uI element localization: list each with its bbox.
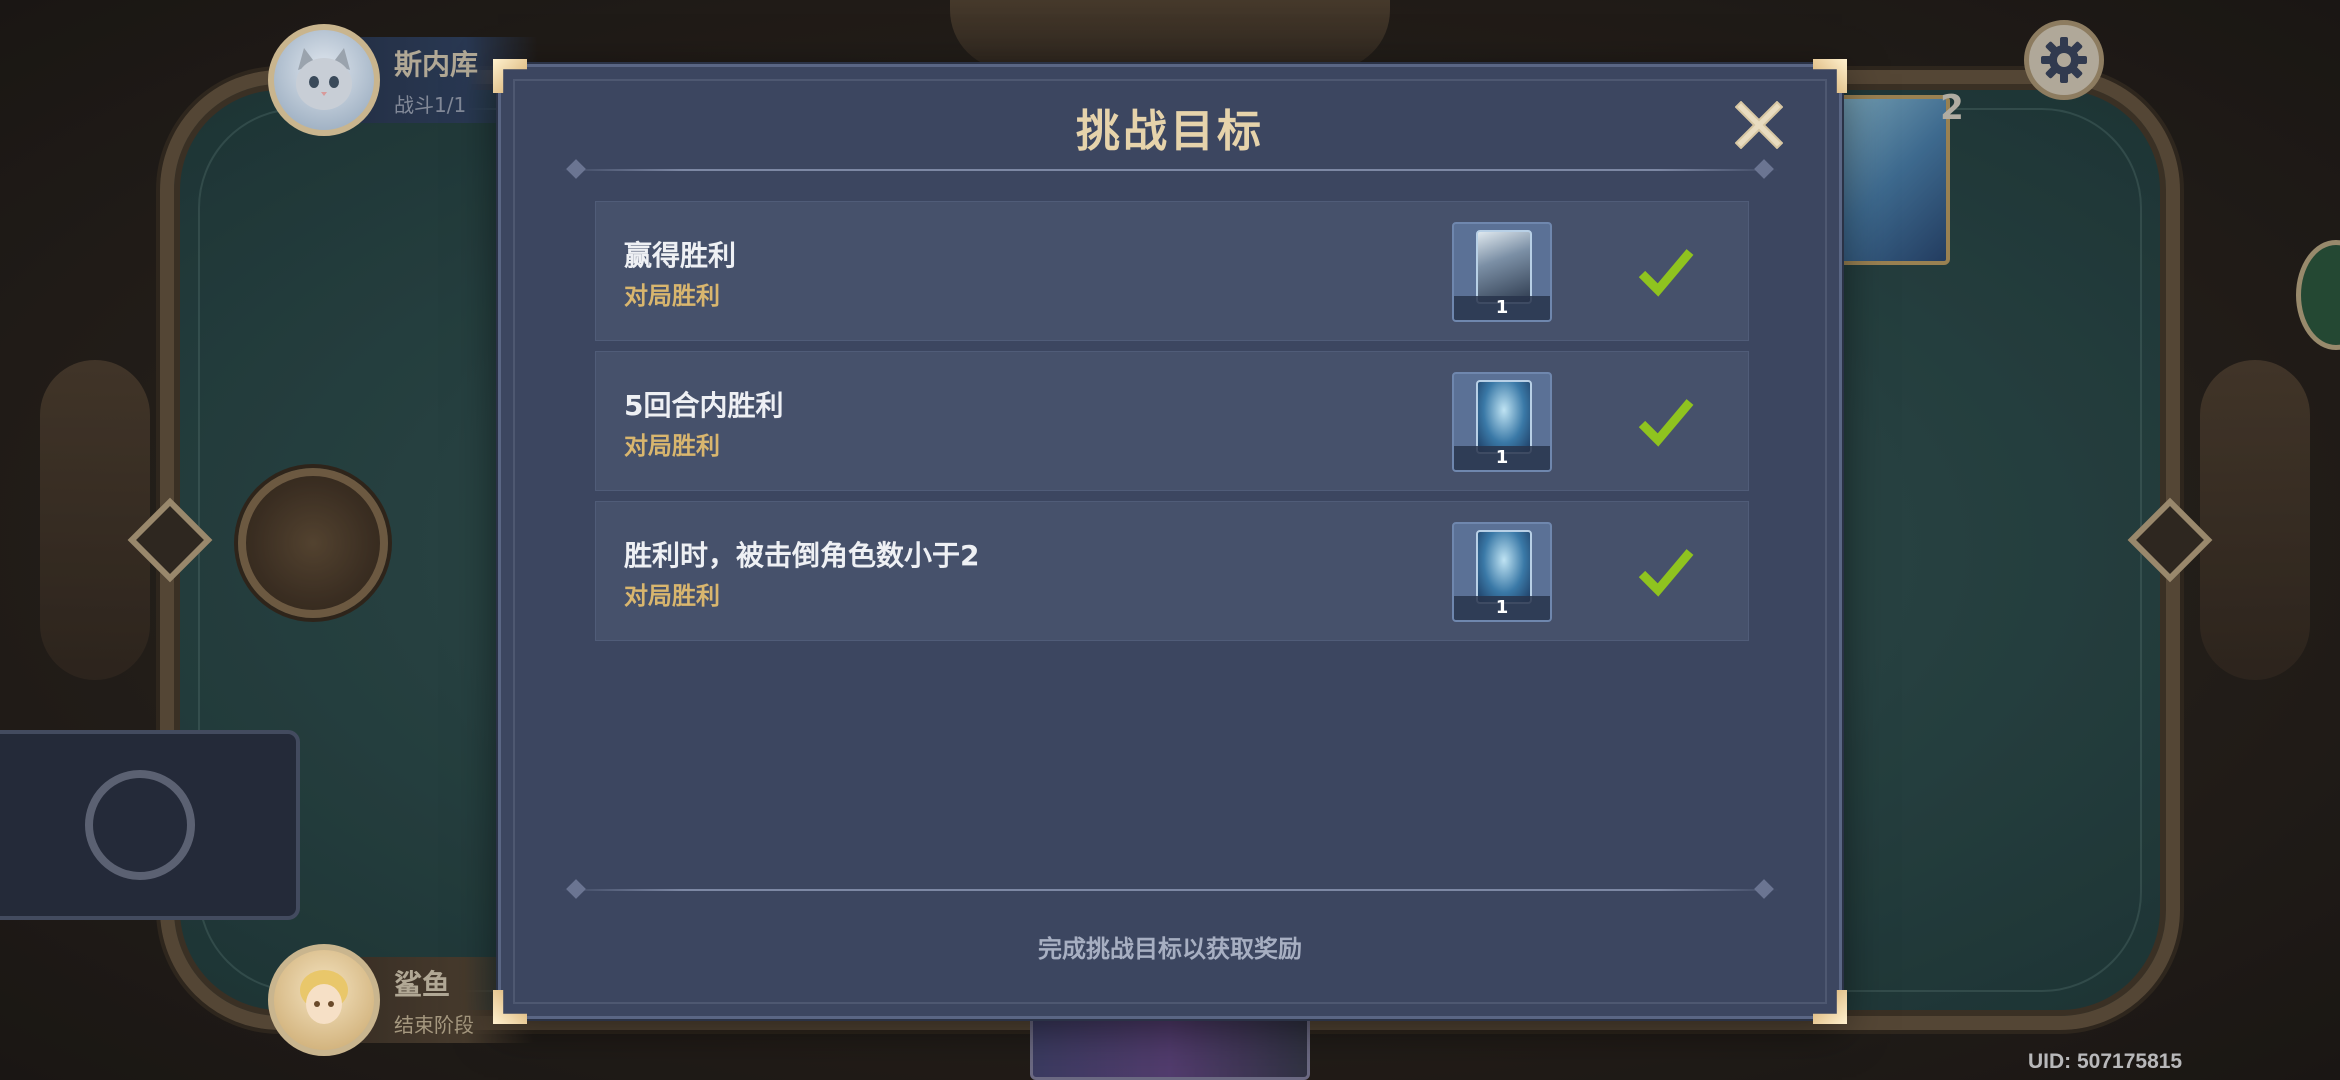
goal-row: 胜利时，被击倒角色数小于2 对局胜利 1 — [595, 501, 1749, 641]
corner-ornament-top-left — [493, 59, 527, 93]
challenge-goals-dialog: 挑战目标 赢得胜利 对局胜利 1 5回合内胜利 对局胜利 1 胜利时，被击倒角色… — [493, 59, 1842, 1019]
check-icon — [1638, 399, 1694, 447]
reward-item[interactable]: 1 — [1452, 372, 1552, 472]
corner-ornament-bottom-left — [493, 990, 527, 1024]
reward-count: 1 — [1454, 596, 1550, 620]
goal-list: 赢得胜利 对局胜利 1 5回合内胜利 对局胜利 1 胜利时，被击倒角色数小于2 … — [595, 201, 1749, 651]
character-card-icon — [1476, 230, 1532, 304]
character-avatar-icon — [268, 944, 380, 1056]
goal-row: 5回合内胜利 对局胜利 1 — [595, 351, 1749, 491]
goal-row: 赢得胜利 对局胜利 1 — [595, 201, 1749, 341]
cat-avatar-icon — [268, 24, 380, 136]
title-divider — [561, 169, 1779, 171]
goal-title: 赢得胜利 — [624, 239, 737, 272]
reward-count: 1 — [1454, 446, 1550, 470]
footer-hint: 完成挑战目标以获取奖励 — [1038, 935, 1302, 963]
goal-condition: 对局胜利 — [624, 432, 720, 460]
card-back-icon — [1476, 380, 1532, 454]
reward-item[interactable]: 1 — [1452, 222, 1552, 322]
check-icon — [1638, 549, 1694, 597]
corner-ornament-top-right — [1813, 59, 1847, 93]
reward-item[interactable]: 1 — [1452, 522, 1552, 622]
footer-divider — [561, 889, 1779, 891]
dialog-title: 挑战目标 — [1076, 106, 1264, 157]
goal-title: 5回合内胜利 — [624, 389, 784, 422]
reward-count: 1 — [1454, 296, 1550, 320]
close-icon — [1735, 101, 1783, 149]
corner-ornament-bottom-right — [1813, 990, 1847, 1024]
goal-condition: 对局胜利 — [624, 282, 720, 310]
close-button[interactable] — [1731, 97, 1787, 153]
goal-condition: 对局胜利 — [624, 582, 720, 610]
card-back-icon — [1476, 530, 1532, 604]
goal-title: 胜利时，被击倒角色数小于2 — [624, 539, 980, 572]
check-icon — [1638, 249, 1694, 297]
